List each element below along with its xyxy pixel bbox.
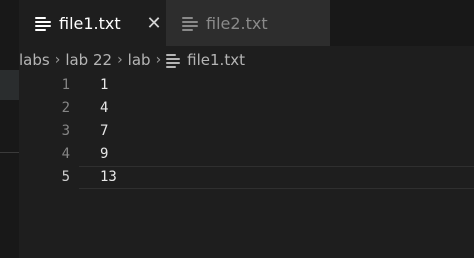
editor-line[interactable]: 2 4 — [19, 97, 474, 120]
tab-label: file1.txt — [59, 13, 121, 33]
line-number: 4 — [61, 146, 70, 162]
lines-icon — [182, 16, 198, 31]
breadcrumb-item-lab-22[interactable]: lab 22 — [65, 51, 112, 69]
line-number: 3 — [61, 123, 70, 139]
editor[interactable]: 1 1 2 4 3 7 4 9 5 13 — [19, 74, 474, 258]
line-number: 5 — [61, 169, 70, 185]
line-number: 1 — [61, 77, 70, 93]
line-text[interactable]: 13 — [100, 166, 117, 189]
tab-bar: file1.txt ✕ file2.txt — [19, 0, 474, 46]
close-icon[interactable]: ✕ — [142, 13, 166, 34]
activity-strip-divider — [0, 152, 19, 153]
breadcrumb-item-labs[interactable]: labs — [19, 51, 50, 69]
activity-strip — [0, 0, 19, 258]
line-text[interactable]: 1 — [100, 74, 108, 97]
breadcrumb-separator: › — [54, 52, 61, 68]
breadcrumb-separator: › — [117, 52, 123, 68]
line-number: 2 — [61, 100, 70, 116]
lines-icon — [35, 16, 51, 31]
breadcrumb-separator: › — [155, 52, 162, 68]
breadcrumb: labs › lab 22 › lab › file1.txt — [19, 46, 474, 74]
lines-icon — [166, 54, 181, 68]
line-text[interactable]: 4 — [100, 97, 108, 120]
breadcrumb-item-file1[interactable]: file1.txt — [187, 51, 245, 69]
tab-label: file2.txt — [206, 13, 268, 33]
editor-line[interactable]: 4 9 — [19, 143, 474, 166]
editor-line-current[interactable]: 5 13 — [19, 166, 474, 189]
breadcrumb-item-lab[interactable]: lab — [128, 51, 151, 69]
line-text[interactable]: 9 — [100, 143, 108, 166]
line-text[interactable]: 7 — [100, 120, 108, 143]
editor-line[interactable]: 3 7 — [19, 120, 474, 143]
activity-strip-selected — [0, 70, 19, 100]
editor-line[interactable]: 1 1 — [19, 74, 474, 97]
tab-file2[interactable]: file2.txt — [166, 0, 330, 46]
tab-file1[interactable]: file1.txt ✕ — [19, 0, 166, 46]
